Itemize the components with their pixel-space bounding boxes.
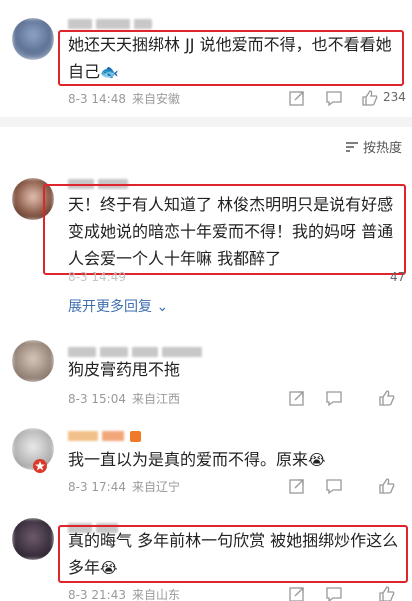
crying-emoji-icon: 😭	[308, 451, 326, 469]
comment-text: 天！终于有人知道了 林俊杰明明只是说有好感 变成她说的暗恋十年爱而不得！我的妈呀…	[68, 195, 394, 268]
like-icon[interactable]	[378, 585, 396, 601]
comment-meta: 8-3 15:04 来自江西	[68, 392, 181, 406]
share-icon[interactable]	[288, 477, 306, 495]
like-icon[interactable]	[361, 89, 379, 107]
comment-2: 天！终于有人知道了 林俊杰明明只是说有好感 变成她说的暗恋十年爱而不得！我的妈呀…	[0, 160, 412, 330]
comment-text: 真的晦气 多年前林一句欣赏 被她捆绑炒作这么多年😭	[68, 527, 406, 582]
comment-text: 狗皮膏药甩不拖	[68, 360, 181, 379]
like-icon[interactable]	[378, 477, 396, 495]
avatar[interactable]	[12, 18, 54, 60]
share-icon[interactable]	[288, 585, 306, 601]
badge-icon	[33, 459, 47, 473]
share-icon[interactable]	[288, 389, 306, 407]
like-icon[interactable]	[378, 389, 396, 407]
share-icon[interactable]	[288, 89, 306, 107]
avatar[interactable]	[12, 518, 54, 560]
comment-3: 狗皮膏药甩不拖 8-3 15:04 来自江西	[0, 330, 412, 410]
chevron-down-icon: ⌄	[156, 299, 169, 315]
username-obscured[interactable]	[68, 342, 206, 357]
comment-5: 真的晦气 多年前林一句欣赏 被她捆绑炒作这么多年😭 8-3 21:43 来自山东	[0, 510, 412, 601]
username-obscured[interactable]	[68, 14, 156, 29]
comment-4: 我一直以为是真的爱而不得。原来😭 8-3 17:44 来自辽宁	[0, 416, 412, 506]
avatar[interactable]	[12, 340, 54, 382]
vip-badge	[130, 431, 141, 442]
like-count: 47	[390, 270, 406, 284]
sort-toggle[interactable]: 按热度	[345, 137, 402, 156]
comment-meta: 8-3 17:44 来自辽宁	[68, 480, 181, 494]
crying-emoji-icon: 😭	[100, 559, 118, 577]
comment-text: 我一直以为是真的爱而不得。原来😭	[68, 446, 398, 474]
comment-1: 她还天天捆绑林 JJ 说他爱而不得，也不看看她自己🐟 8-3 14:48 来自安徽…	[0, 0, 412, 112]
username-obscured[interactable]	[68, 426, 141, 442]
comment-icon[interactable]	[325, 477, 343, 495]
emoji-icon: 🐟	[100, 63, 119, 81]
comment-meta: 8-3 21:43 来自山东	[68, 588, 181, 601]
comment-meta: 8-3 14:48 来自安徽	[68, 92, 181, 106]
section-divider	[0, 117, 412, 127]
comment-text: 她还天天捆绑林 JJ 说他爱而不得，也不看看她自己🐟	[68, 31, 398, 86]
comment-icon[interactable]	[325, 585, 343, 601]
expand-replies-link[interactable]: 展开更多回复 ⌄	[68, 296, 168, 316]
comment-icon[interactable]	[325, 89, 343, 107]
like-count: 234	[383, 90, 406, 104]
comment-meta: 8-3 14:49	[68, 270, 126, 284]
sort-icon	[345, 141, 358, 152]
comment-icon[interactable]	[325, 389, 343, 407]
